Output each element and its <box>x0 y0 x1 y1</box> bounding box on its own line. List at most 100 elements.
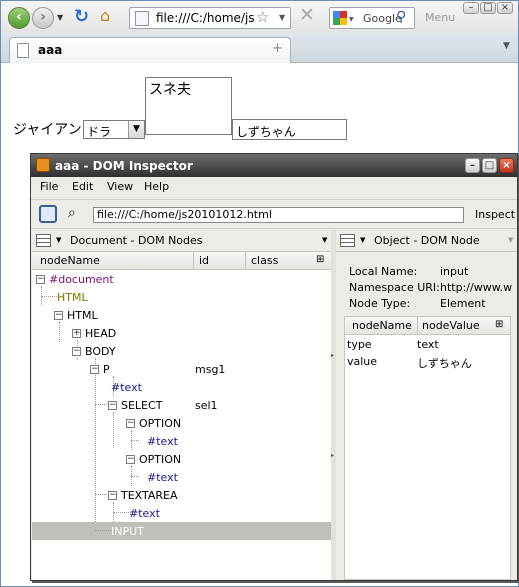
inspect-button[interactable]: Inspect <box>475 208 515 221</box>
tree-node-name: BODY <box>85 345 116 358</box>
tree-node[interactable]: − HTML <box>32 308 331 324</box>
tree-node[interactable]: − #document <box>32 272 331 288</box>
attr-columns-header: nodeName nodeValue ⊞ <box>345 317 510 335</box>
dom-node-header: ▼ Object - DOM Node ▼ <box>336 230 517 252</box>
splitter-grip-icon[interactable]: ▸ <box>331 352 334 359</box>
menu-button[interactable]: Menu <box>425 11 455 24</box>
collapse-icon[interactable]: − <box>108 401 117 410</box>
attr-col-name[interactable]: nodeName <box>352 319 412 332</box>
col-divider <box>245 252 246 269</box>
attr-row[interactable]: value しずちゃん <box>345 353 510 370</box>
tab-aaa[interactable]: aaa + <box>9 37 291 63</box>
pane-options-icon[interactable]: ▼ <box>508 236 513 244</box>
column-picker-icon[interactable]: ⊞ <box>495 319 503 330</box>
select-element-icon[interactable] <box>39 205 57 223</box>
pane-menu-icon[interactable]: ▼ <box>56 236 61 244</box>
tree-node-name: TEXTAREA <box>121 489 178 502</box>
tree-node[interactable]: #text <box>32 380 331 396</box>
reload-icon[interactable]: ↻ <box>74 6 89 27</box>
magnifier-icon[interactable]: ⚲ <box>396 9 406 25</box>
forward-button[interactable]: › <box>32 7 54 29</box>
attr-col-value[interactable]: nodeValue <box>422 319 480 332</box>
inspector-close-icon[interactable]: × <box>499 158 514 173</box>
inspector-url-field[interactable]: file:///C:/home/js20101012.html <box>93 207 464 223</box>
textarea-value: スネ夫 <box>149 82 191 98</box>
maximize-icon[interactable]: □ <box>480 2 496 14</box>
tree-node-name: #text <box>111 381 142 394</box>
home-icon[interactable]: ⌂ <box>100 6 110 25</box>
menu-file[interactable]: File <box>40 180 58 193</box>
pane-switch-icon[interactable] <box>36 234 51 247</box>
tab-list-icon[interactable]: ▼ <box>503 41 510 51</box>
tree-node-name: OPTION <box>139 453 182 466</box>
inspector-title-bar[interactable]: aaa - DOM Inspector – □ × <box>31 154 517 177</box>
splitter-grip-icon[interactable]: ▸ <box>331 452 334 459</box>
address-bar[interactable]: file:///C:/home/js2010 ☆ ▼ <box>129 7 291 29</box>
character-select[interactable]: ドラ ▼ <box>83 120 145 139</box>
minimize-icon[interactable]: – <box>463 2 479 14</box>
collapse-icon[interactable]: − <box>54 311 63 320</box>
tree-node[interactable]: #text <box>32 506 331 522</box>
stop-icon[interactable]: ✕ <box>299 4 315 26</box>
tree-node[interactable]: INPUT <box>32 524 331 540</box>
tree-node[interactable]: #text <box>32 434 331 450</box>
binoculars-icon[interactable]: ⌕ <box>68 205 76 221</box>
pane-options-icon[interactable]: ▼ <box>322 236 327 244</box>
tree-node[interactable]: #text <box>32 470 331 486</box>
search-box[interactable]: ▼ Google ⚲ <box>329 7 415 29</box>
collapse-icon[interactable]: − <box>36 275 45 284</box>
menu-edit[interactable]: Edit <box>72 180 93 193</box>
tree-node-name: #document <box>49 273 114 286</box>
column-picker-icon[interactable]: ⊞ <box>316 254 324 265</box>
name-textarea[interactable]: スネ夫 <box>145 77 232 135</box>
pane-switch-icon[interactable] <box>340 234 355 247</box>
dom-columns-header: nodeName id class ⊞ <box>32 252 331 270</box>
select-arrow-icon[interactable]: ▼ <box>128 121 144 138</box>
select-value: ドラ <box>87 125 112 139</box>
page-icon <box>135 11 149 26</box>
tree-node[interactable]: − SELECT sel1 <box>32 398 331 414</box>
node-properties: Local Name: input Namespace URI: http://… <box>336 252 517 580</box>
tree-node-name: P <box>103 363 110 376</box>
menu-view[interactable]: View <box>107 180 133 193</box>
tree-node[interactable]: − TEXTAREA <box>32 488 331 504</box>
collapse-icon[interactable]: − <box>126 455 135 464</box>
back-button[interactable]: ‹ <box>8 7 30 29</box>
dom-node-pane: ▼ Object - DOM Node ▼ Local Name: input … <box>336 230 517 580</box>
address-text: file:///C:/home/js2010 <box>156 11 254 25</box>
bookmark-star-icon[interactable]: ☆ <box>256 8 269 26</box>
inspector-maximize-icon[interactable]: □ <box>482 158 497 173</box>
tree-node[interactable]: − OPTION <box>32 452 331 468</box>
tree-node[interactable]: − OPTION <box>32 416 331 432</box>
tree-node[interactable]: HTML <box>32 290 331 306</box>
tree-node[interactable]: − Pmsg1 <box>32 362 331 378</box>
attr-row[interactable]: type text <box>345 336 510 353</box>
tree-node[interactable]: + HEAD <box>32 326 331 342</box>
collapse-icon[interactable]: − <box>108 491 117 500</box>
pane-menu-icon[interactable]: ▼ <box>360 236 365 244</box>
prop-value: input <box>440 265 469 278</box>
collapse-icon[interactable]: − <box>126 419 135 428</box>
close-icon[interactable]: × <box>497 2 513 14</box>
inspector-minimize-icon[interactable]: – <box>465 158 480 173</box>
inspector-menubar: File Edit View Help <box>31 177 517 197</box>
expand-icon[interactable]: + <box>72 329 81 338</box>
inspector-app-icon <box>36 158 50 172</box>
col-nodename[interactable]: nodeName <box>40 254 100 267</box>
collapse-icon[interactable]: − <box>90 365 99 374</box>
collapse-icon[interactable]: − <box>72 347 81 356</box>
col-divider <box>417 317 418 334</box>
name-input[interactable]: しずちゃん <box>232 119 347 140</box>
col-class[interactable]: class <box>251 254 278 267</box>
browser-toolbar: ‹ › ▼ ↻ ⌂ file:///C:/home/js2010 ☆ ▼ ✕ ▼… <box>1 1 518 33</box>
tree-node-id: sel1 <box>195 399 218 412</box>
engine-dropdown-icon[interactable]: ▼ <box>349 16 354 23</box>
col-id[interactable]: id <box>199 254 209 267</box>
menu-help[interactable]: Help <box>144 180 169 193</box>
giant-label: ジャイアン <box>13 122 82 138</box>
history-dropdown-icon[interactable]: ▼ <box>57 13 63 22</box>
new-tab-button[interactable]: + <box>272 41 283 56</box>
tree-node[interactable]: − BODY <box>32 344 331 360</box>
address-dropdown-icon[interactable]: ▼ <box>279 13 285 22</box>
dom-tree: − #document HTML − HTML + HEAD − BODY − Pmsg1 #text… <box>32 270 331 580</box>
